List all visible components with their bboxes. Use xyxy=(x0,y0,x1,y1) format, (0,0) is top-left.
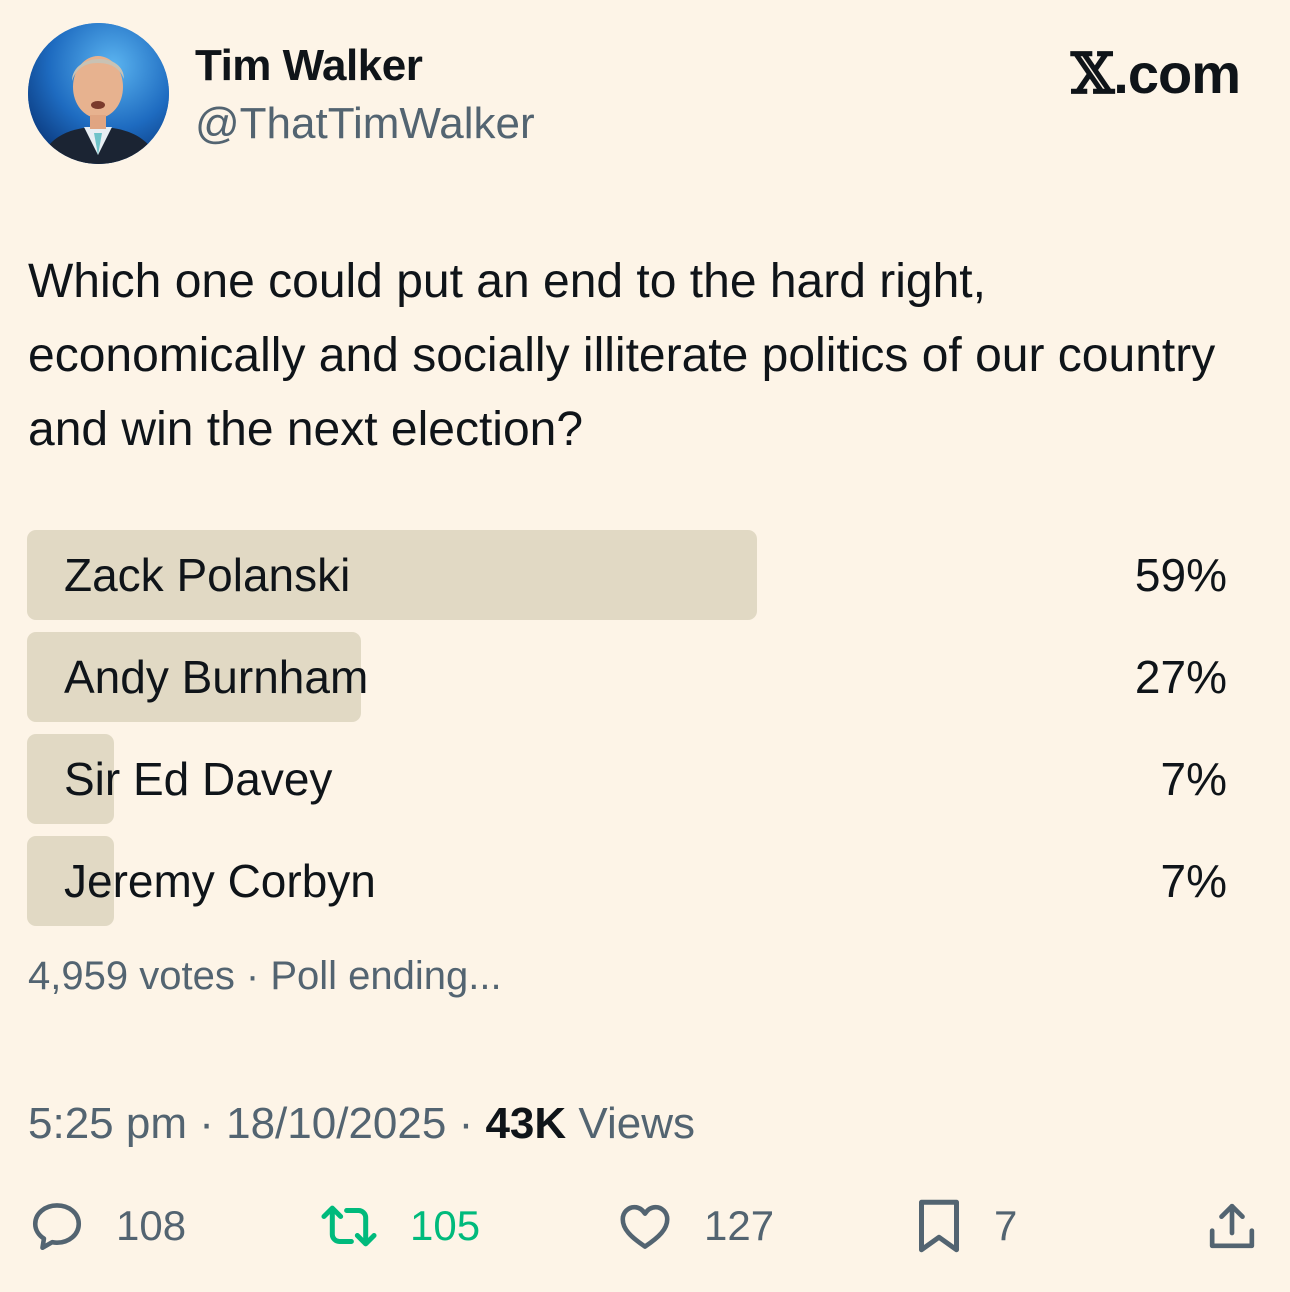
poll-option-percent: 7% xyxy=(1160,753,1227,805)
poll-option-percent: 27% xyxy=(1134,651,1227,703)
author-avatar[interactable] xyxy=(28,23,169,164)
tweet-actions-bar: 108 105 127 7 xyxy=(0,1190,1290,1262)
poll-option[interactable]: Andy Burnham 27% xyxy=(27,632,1227,722)
reply-count: 108 xyxy=(116,1202,187,1249)
poll-option[interactable]: Jeremy Corbyn 7% xyxy=(27,836,1227,926)
poll-option-label: Andy Burnham xyxy=(64,651,369,703)
poll-option[interactable]: Sir Ed Davey 7% xyxy=(27,734,1227,824)
author-handle[interactable]: @ThatTimWalker xyxy=(195,98,535,150)
author-display-name[interactable]: Tim Walker xyxy=(195,40,423,92)
poll-option-percent: 7% xyxy=(1160,855,1227,907)
poll-option-label: Zack Polanski xyxy=(64,549,351,601)
retweet-icon xyxy=(321,1205,377,1247)
avatar-photo-icon xyxy=(28,23,169,164)
x-brand-logo: 𝕏.com xyxy=(1070,41,1241,107)
share-button[interactable] xyxy=(1204,1190,1260,1262)
reply-button[interactable]: 108 xyxy=(28,1190,186,1262)
retweet-button[interactable]: 105 xyxy=(318,1190,480,1262)
views-count[interactable]: 43K xyxy=(485,1099,566,1148)
tweet-text: Which one could put an end to the hard r… xyxy=(28,255,1216,456)
tweet-timestamp-row: 5:25 pm · 18/10/2025 · 43K Views xyxy=(28,1096,695,1152)
separator: · xyxy=(458,1099,474,1148)
like-button[interactable]: 127 xyxy=(616,1190,774,1262)
heart-icon xyxy=(620,1204,670,1249)
poll-vote-summary: 4,959 votes · Poll ending... xyxy=(28,954,502,998)
views-label: Views xyxy=(578,1099,695,1148)
bookmark-button[interactable]: 7 xyxy=(914,1190,1017,1262)
tweet-time[interactable]: 5:25 pm xyxy=(28,1099,187,1148)
poll-option-label: Sir Ed Davey xyxy=(64,753,333,805)
separator: · xyxy=(199,1099,214,1148)
retweet-count: 105 xyxy=(410,1202,481,1249)
x-logo-icon: 𝕏 xyxy=(1070,41,1114,107)
bookmark-icon xyxy=(919,1199,959,1253)
like-count: 127 xyxy=(704,1202,775,1249)
tweet-date[interactable]: 18/10/2025 xyxy=(226,1099,446,1148)
poll-option-percent: 59% xyxy=(1134,549,1227,601)
share-icon xyxy=(1209,1203,1255,1249)
bookmark-count: 7 xyxy=(994,1202,1018,1249)
reply-icon xyxy=(32,1203,82,1251)
poll: Zack Polanski 59% Andy Burnham 27% Sir E… xyxy=(27,530,1227,938)
brand-suffix: .com xyxy=(1113,42,1241,105)
poll-option-label: Jeremy Corbyn xyxy=(64,855,376,907)
poll-option[interactable]: Zack Polanski 59% xyxy=(27,530,1227,620)
